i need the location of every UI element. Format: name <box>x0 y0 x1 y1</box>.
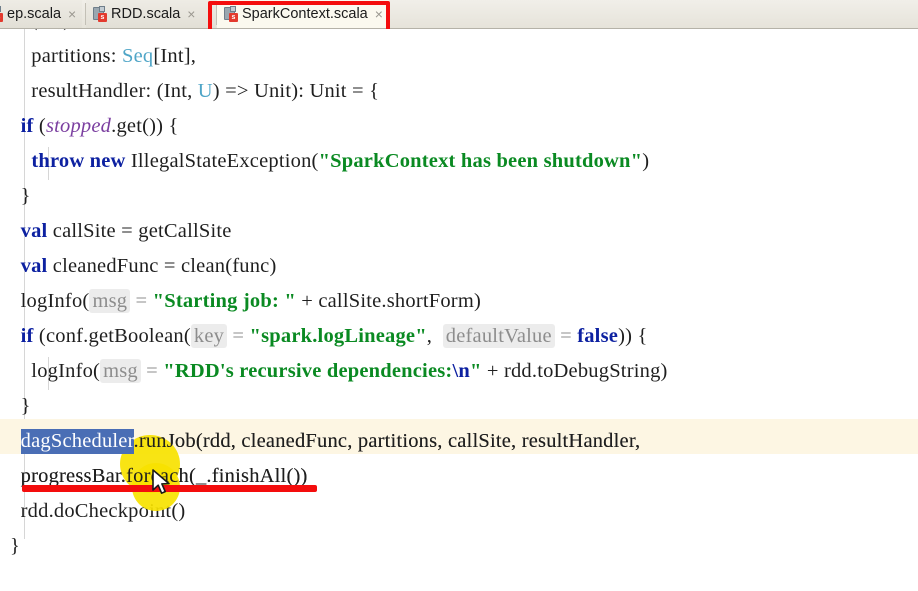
code-line: logInfo(msg = "Starting job: " + callSit… <box>10 284 918 319</box>
editor-tab-bar: s ep.scala × s RDD.scala × s SparkContex… <box>0 0 918 29</box>
code-token: " <box>469 360 482 382</box>
code-token: Seq <box>121 45 154 67</box>
editor-window: s ep.scala × s RDD.scala × s SparkContex… <box>0 0 918 591</box>
code-token: stopped <box>45 115 112 137</box>
code-token: (conf.getBoolean( <box>33 325 191 347</box>
code-line: resultHandler: (Int, U) => Unit): Unit =… <box>10 74 918 109</box>
code-token: "Starting job: " <box>152 290 296 312</box>
code-token: "RDD's recursive dependencies: <box>163 360 453 382</box>
code-editor[interactable]: (, ,) , partitions: Seq[Int], resultHand… <box>0 29 918 591</box>
close-icon[interactable]: × <box>187 7 195 21</box>
code-token: + callSite.shortForm) <box>295 290 481 312</box>
code-line: val callSite = getCallSite <box>10 214 918 249</box>
code-token: } <box>10 535 21 557</box>
code-token: callSite = getCallSite <box>47 220 232 242</box>
tab-separator <box>389 3 390 25</box>
code-token: if <box>20 325 34 347</box>
code-line: } <box>10 389 918 424</box>
code-line: if (stopped.get()) { <box>10 109 918 144</box>
code-line: if (conf.getBoolean(key = "spark.logLine… <box>10 319 918 354</box>
code-token: )) { <box>618 325 648 347</box>
code-token: ) <box>642 150 650 172</box>
scala-file-icon: s <box>93 6 108 22</box>
code-token: resultHandler: (Int, <box>10 80 198 102</box>
editor-tab-label: RDD.scala <box>111 6 181 22</box>
code-token: IllegalStateException( <box>125 150 319 172</box>
editor-tab-rdd-scala[interactable]: s RDD.scala × <box>86 0 216 28</box>
close-icon[interactable]: × <box>375 7 383 21</box>
code-line: throw new IllegalStateException("SparkCo… <box>10 144 918 179</box>
parameter-hint: key <box>190 324 228 348</box>
code-token: "SparkContext has been shutdown" <box>318 150 643 172</box>
parameter-hint: msg <box>100 359 141 383</box>
selected-identifier: dagScheduler <box>20 429 134 454</box>
code-line: partitions: Seq[Int], <box>10 39 918 74</box>
code-token: = <box>227 325 250 347</box>
scala-file-icon: s <box>0 6 4 22</box>
code-token: false <box>577 325 619 347</box>
editor-tab-label: SparkContext.scala <box>242 6 368 22</box>
editor-tab-ep-scala[interactable]: s ep.scala × <box>0 0 82 28</box>
code-token: = <box>554 325 578 347</box>
code-token: .get()) { <box>111 115 179 137</box>
editor-tab-sparkcontext-scala[interactable]: s SparkContext.scala × <box>217 0 389 28</box>
close-icon[interactable]: × <box>68 7 76 21</box>
code-token: partitions: <box>10 45 122 67</box>
code-token: .runJob(rdd, cleanedFunc, partitions, ca… <box>133 430 641 452</box>
scala-file-icon: s <box>224 6 239 22</box>
code-token: = <box>140 360 164 382</box>
code-token: } <box>10 185 31 207</box>
code-token: logInfo( <box>10 290 90 312</box>
code-line: logInfo(msg = "RDD's recursive dependenc… <box>10 354 918 389</box>
code-token: , <box>426 325 443 347</box>
editor-tab-label: ep.scala <box>7 6 62 22</box>
code-line: } <box>10 179 918 214</box>
code-line: dagScheduler.runJob(rdd, cleanedFunc, pa… <box>10 424 918 459</box>
code-token: throw new <box>31 150 126 172</box>
code-token: = <box>130 290 153 312</box>
code-token: [Int], <box>153 45 197 67</box>
code-token: ( <box>33 115 46 137</box>
code-line: val cleanedFunc = clean(func) <box>10 249 918 284</box>
code-token: logInfo( <box>10 360 101 382</box>
code-token: val <box>20 220 48 242</box>
code-token: if <box>20 115 34 137</box>
code-token: cleanedFunc = clean(func) <box>47 255 277 277</box>
code-token: } <box>10 395 31 417</box>
code-token: + rdd.toDebugString) <box>481 360 668 382</box>
parameter-hint: msg <box>89 289 131 313</box>
code-token: U <box>197 80 213 102</box>
code-token: "spark.logLineage" <box>249 325 427 347</box>
parameter-hint: defaultValue <box>442 324 555 348</box>
code-token: val <box>20 255 48 277</box>
code-token: ) => Unit): Unit = { <box>212 80 380 102</box>
code-line: } <box>10 529 918 564</box>
code-token: \n <box>452 360 470 382</box>
clipped-top-line: (, ,) , <box>0 29 918 33</box>
